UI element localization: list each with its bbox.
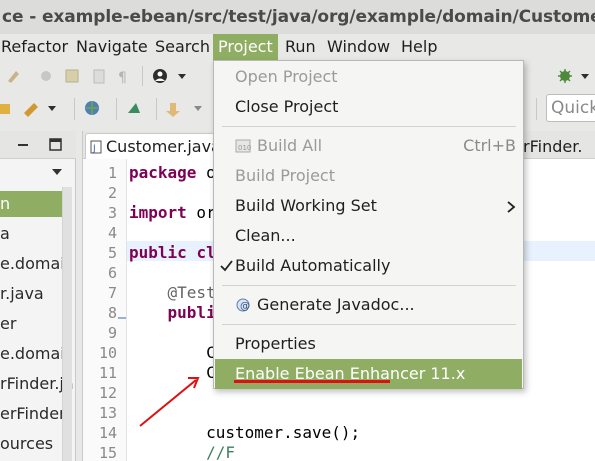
menu-item-build-project[interactable]: Build Project [215,161,522,191]
toolbar-separator [116,98,117,120]
line-number: 8 [107,304,117,322]
submenu-arrow-icon [507,201,516,213]
menu-item-build-automatically[interactable]: Build Automatically [215,251,522,281]
line-number-gutter: 1 2 3 4 5 6 7 8 9 10 11 12 13 14 15 [83,159,127,461]
toolbar-separator [74,98,75,120]
tree-item[interactable]: e.domai [0,341,65,367]
tab-finder[interactable]: rFinder. [523,134,582,159]
menu-item-enable-ebean-enhancer[interactable]: Enable Ebean Enhancer 11.x [215,359,522,389]
svg-text:@: @ [240,301,250,312]
line-number: 7 [107,284,117,302]
tree-item[interactable]: r.java [0,281,44,307]
svg-text:010: 010 [238,144,251,152]
package-explorer-panel: n a e.domai r.java er e.domai rFinder.ja… [0,131,76,461]
debug-icon[interactable] [555,67,595,85]
menu-item-properties[interactable]: Properties [215,329,522,359]
line-number: 5 [107,244,117,262]
code-line: import or [129,203,216,222]
menu-item-build-working-set[interactable]: Build Working Set [215,191,522,221]
code-line: //F [129,443,235,461]
tree-item[interactable]: er [0,311,16,337]
project-menu-dropdown: Open Project Close Project 010 Build All… [213,60,524,389]
menu-separator [222,324,516,325]
menu-help[interactable]: Help [396,34,442,60]
toolbar-icons[interactable] [0,99,210,119]
menu-run[interactable]: Run [280,34,321,60]
menu-project[interactable]: Project [213,34,278,60]
tab-label: Customer.java [106,137,221,156]
tree-item[interactable]: a [0,221,10,247]
code-line: publi [167,303,216,322]
line-number: 4 [107,224,117,242]
line-number: 9 [107,324,117,342]
toolbar-separator [142,66,143,86]
red-underline-annotation [234,380,390,383]
menu-separator [222,285,516,286]
user-icon[interactable] [152,67,192,85]
toolbar-separator [156,98,157,120]
tree-item[interactable]: n [0,191,62,217]
line-number: 11 [98,364,117,382]
java-file-icon: J [90,140,102,154]
line-number: 1 [107,164,117,182]
menu-search[interactable]: Search [150,34,215,60]
window-title: ce - example-ebean/src/test/java/org/exa… [0,0,595,34]
menu-item-clean[interactable]: Clean... [215,221,522,251]
menu-item-open-project[interactable]: Open Project [215,62,522,92]
tab-customer-java[interactable]: J Customer.java [85,133,228,159]
red-arrow-annotation [139,377,200,427]
menu-item-close-project[interactable]: Close Project [215,92,522,122]
line-number: 10 [98,344,117,362]
view-menu-icon[interactable] [50,167,64,177]
line-number: 14 [98,424,117,442]
toolbar-separator [536,98,537,120]
menu-navigate[interactable]: Navigate [71,34,153,60]
toolbar-disabled-icons: ¶ [8,69,127,85]
vertical-scrollbar[interactable] [62,187,72,461]
line-number: 13 [98,404,117,422]
tree-item[interactable]: ources [0,431,53,457]
line-number: 3 [107,204,117,222]
tree-item[interactable]: erFinder [0,401,66,427]
menu-separator [222,126,516,127]
javadoc-icon: @ [236,298,250,312]
code-line: package o [129,163,216,182]
line-number: 12 [98,384,117,402]
panel-header [0,131,76,159]
build-all-icon: 010 [235,139,251,153]
tree-item[interactable]: e.domai [0,251,65,277]
code-line: @Test [167,283,216,302]
menu-item-generate-javadoc[interactable]: @ Generate Javadoc... [215,290,522,320]
build-all-shortcut: Ctrl+B [463,136,516,155]
menu-refactor[interactable]: Refactor [0,34,73,60]
svg-text:¶: ¶ [118,70,127,85]
code-line: public cl [129,243,216,262]
svg-text:J: J [92,144,96,154]
checkmark-icon [220,260,233,272]
menu-item-build-all[interactable]: 010 Build All Ctrl+B [215,131,522,161]
quick-access-input[interactable]: Quick [546,94,595,122]
panel-view-controls[interactable] [16,138,74,152]
menu-window[interactable]: Window [322,34,395,60]
line-number: 15 [98,444,117,461]
eclipse-window: ce - example-ebean/src/test/java/org/exa… [0,0,595,461]
line-number: 6 [107,264,117,282]
line-number: 2 [107,184,117,202]
menu-bar: Refactor Navigate Search Project Run Win… [0,34,595,60]
fold-icon[interactable] [117,313,127,323]
